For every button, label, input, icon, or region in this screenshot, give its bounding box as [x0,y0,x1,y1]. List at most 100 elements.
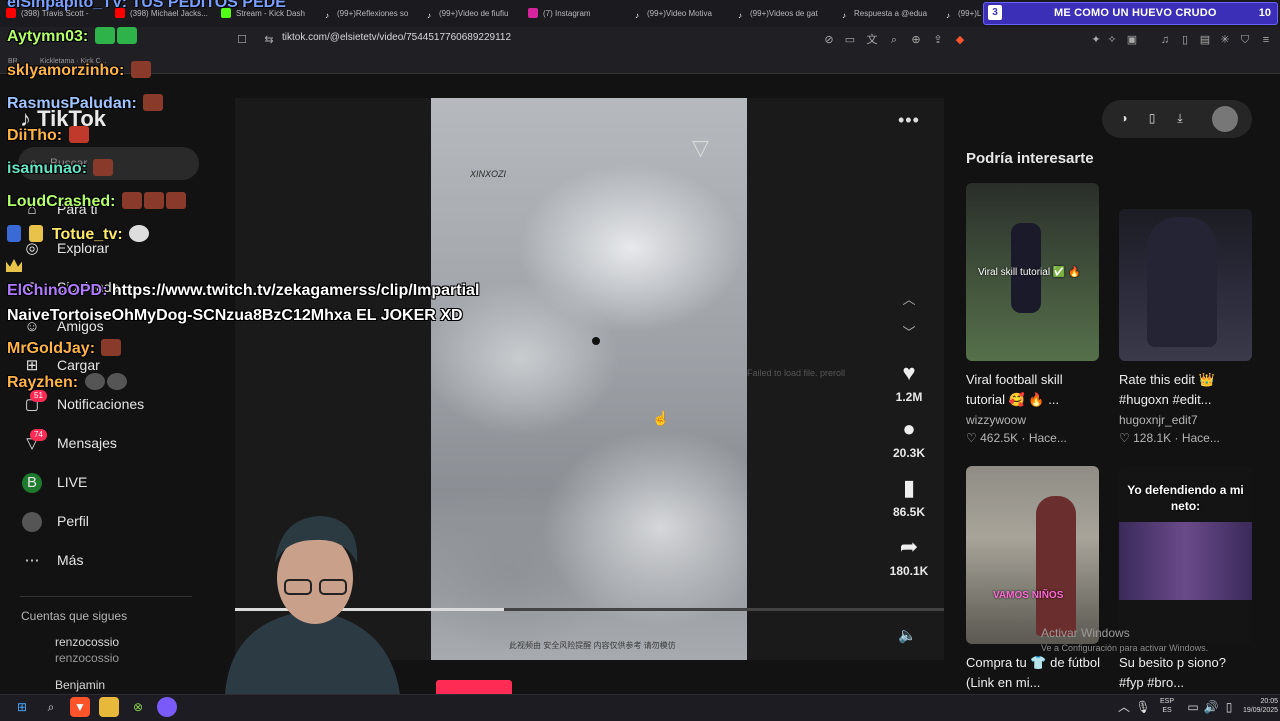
comment-button[interactable]: ● 20.3K [884,416,934,460]
suggestion-thumbnail[interactable]: VAMOS NIÑOS [966,466,1099,644]
coins-icon[interactable]: ◑ [1116,110,1132,126]
suggestion-title[interactable]: Compra tu 👕 de fútbol (Link en mi... [966,653,1101,693]
taskbar-search-icon[interactable]: ⌕ [41,697,61,717]
tiktok-icon: ♪ [427,11,431,20]
vpn-icon[interactable]: ⛉ [1238,33,1252,47]
chat-username: Rayzhen: [7,374,79,391]
more-icon: ⋯ [24,552,40,569]
following-account-name[interactable]: renzocossio [55,635,119,649]
translate-icon[interactable]: 文 [865,33,879,47]
site-settings-icon[interactable]: ⇆ [262,33,276,47]
heart-outline-icon: ♡ [966,431,977,445]
failed-load-message: Failed to load file. preroll [747,368,846,378]
user-avatar[interactable] [1212,106,1238,132]
download-icon[interactable]: ⤓ [1172,110,1188,126]
like-button[interactable]: ♥ 1.2M [884,360,934,404]
xbox-icon[interactable]: ⊗ [128,697,148,717]
browser-tab[interactable]: ♪ (99+)Videos de gat [735,4,831,23]
bookmark-count: 86.5K [892,505,926,519]
url-field[interactable]: tiktok.com/@elsietetv/video/754451776068… [282,32,511,43]
heart-outline-icon: ♡ [1119,431,1130,445]
browser-tab[interactable]: ♪ (99+)Video de fiufiu [424,4,520,23]
leo-ai-icon[interactable]: ✳ [1218,33,1232,47]
windows-start-icon[interactable]: ⊞ [12,697,32,717]
tray-overflow-icon[interactable]: ︿ [1114,697,1134,717]
extension-icon[interactable]: ▣ [1125,33,1139,47]
video-player[interactable] [431,98,747,660]
windows-activation-title: Activar Windows [1041,626,1130,640]
chat-message: DiiTho: [7,126,89,145]
emote-icon [84,373,105,390]
sidebar-icon[interactable]: ▯ [1178,33,1192,47]
cast-icon[interactable]: ▭ [843,33,857,47]
zoom-icon[interactable]: ⌕ [887,33,901,47]
video-caption: 此视频由 安全风险提醒 内容仅供参考 请勿模仿 [509,641,676,650]
nav-label: LIVE [57,474,88,490]
reader-mode-icon[interactable]: ⊘ [822,33,836,47]
chat-message: ElChinoOPD: https://www.twitch.tv/zekaga… [7,282,479,300]
extension-icon[interactable]: ✦ [1089,33,1103,47]
browser-tab[interactable]: ♪ (99+)L [943,4,981,23]
wallet-icon[interactable]: ▤ [1198,33,1212,47]
previous-video-button[interactable]: ︿ [899,289,919,308]
live-indicator [436,680,512,694]
suggestion-thumbnail[interactable] [1119,209,1252,361]
bookmark-star-icon[interactable]: ☐ [235,33,249,47]
install-app-icon[interactable]: ⊕ [909,33,923,47]
emote-icon [143,192,164,209]
share-page-icon[interactable]: ⇪ [931,33,945,47]
suggestion-title[interactable]: Su besito p siono? #fyp #bro... [1119,653,1254,693]
sidebar-divider [20,596,192,597]
stream-song-banner: 3 ME COMO UN HUEVO CRUDO 10 [983,2,1278,25]
bookmark-button[interactable]: ▮ 86.5K [884,475,934,519]
brave-browser-icon[interactable]: ▼ [70,697,90,717]
suggestion-thumbnail[interactable]: Yo defendiendo a mi neto: [1119,466,1252,644]
volume-icon[interactable]: 🔈 [898,626,917,644]
tab-label: (99+)Reflexiones so [337,9,409,18]
microphone-icon[interactable]: 🎙 [1133,697,1153,717]
media-icon[interactable]: ♫ [1158,33,1172,47]
suggestion-thumbnail[interactable]: Viral skill tutorial ✅ 🔥 [966,183,1099,361]
extension-icon[interactable]: ✧ [1105,33,1119,47]
browser-tab[interactable]: (398) Michael Jacks... [115,4,219,23]
browser-tab[interactable]: ♪ (99+)Reflexiones so [322,4,418,23]
battery-icon[interactable]: ▯ [1219,697,1239,717]
file-explorer-icon[interactable] [99,697,119,717]
suggestion-author[interactable]: wizzywoow [966,413,1026,427]
chat-text: NaiveTortoiseOhMyDog-SCNzua8BzC12Mhxa EL… [7,307,463,324]
video-logo-watermark-icon: ▽ [692,135,709,160]
browser-tab[interactable]: (398) Travis Scott - [6,4,110,23]
comment-icon: ● [902,416,916,441]
suggestion-title[interactable]: Viral football skill tutorial 🥰 🔥 ... [966,370,1101,410]
language-indicator[interactable]: ESP ES [1160,697,1174,715]
chat-text: https://www.twitch.tv/zekagamerss/clip/I… [111,282,480,299]
suggestion-likes: 128.1K [1133,431,1172,445]
browser-tab[interactable]: (7) Instagram [528,4,624,23]
following-account-name[interactable]: Benjamin [55,678,105,692]
discord-icon[interactable] [157,697,177,717]
browser-tab[interactable]: ♪ Respuesta a @edua [839,4,935,23]
thumbnail-text: Viral skill tutorial ✅ 🔥 [978,267,1081,278]
clock[interactable]: 20:05 19/09/2025 [1243,697,1278,715]
suggestion-author[interactable]: hugoxnjr_edit7 [1119,413,1198,427]
chat-message: MrGoldJay: [7,339,122,358]
tab-label: (7) Instagram [543,9,591,18]
suggestion-title[interactable]: Rate this edit 👑 #hugoxn #edit... [1119,370,1254,410]
browser-tab[interactable]: ♪ (99+)Video Motiva [632,4,728,23]
mouse-cursor-icon: ☝ [652,410,670,426]
share-button[interactable]: ➦ 180.1K [884,534,934,578]
menu-icon[interactable]: ≡ [1259,33,1273,47]
emote-icon [93,159,114,176]
network-icon[interactable]: ▭ [1183,697,1203,717]
emote-icon [68,126,89,143]
nav-label: Cargar [57,357,100,373]
device-icon[interactable]: ▯ [1144,110,1160,126]
kick-icon [221,8,231,18]
volume-tray-icon[interactable]: 🔊 [1201,697,1221,717]
chat-username: ElChinoOPD: [7,282,108,299]
brave-shields-icon[interactable]: ◆ [953,33,967,47]
bookmarks-bar: BR Kickletama · Kick C... [0,53,1280,74]
browser-tab[interactable]: Stream - Kick Dash [221,4,317,23]
more-options-button[interactable]: ••• [898,110,920,131]
next-video-button[interactable]: ﹀ [899,322,919,341]
